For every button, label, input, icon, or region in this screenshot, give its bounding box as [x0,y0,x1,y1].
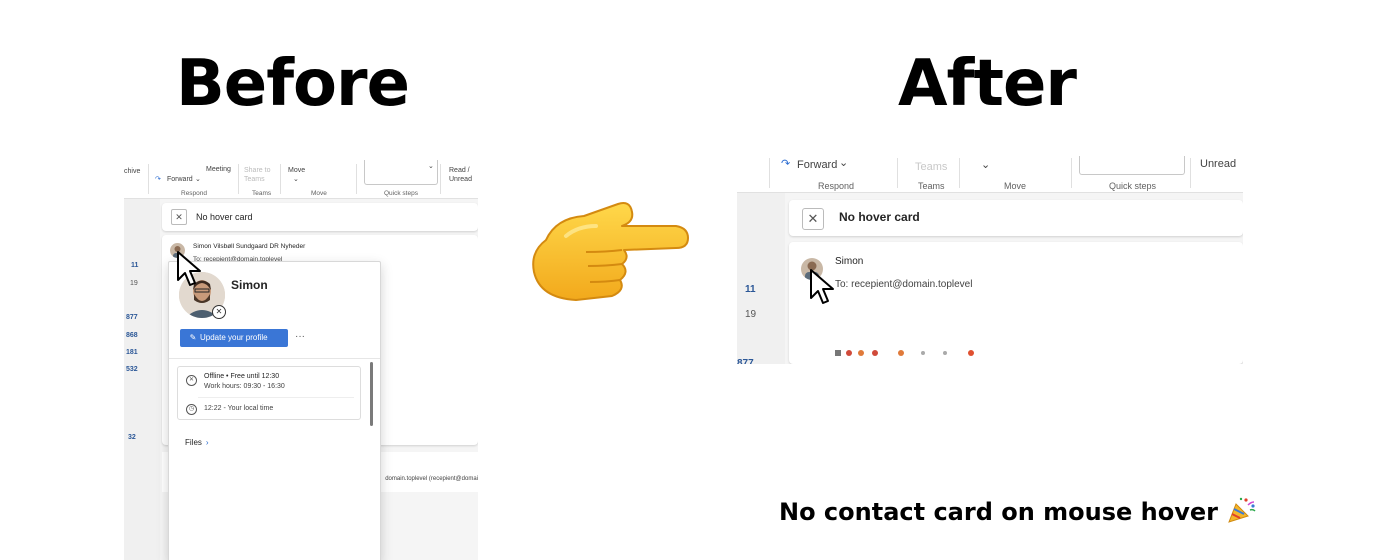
recipient-address: domain.toplevel (recepient@domai [385,476,478,482]
list-item-count[interactable]: 868 [126,332,138,339]
chevron-down-icon[interactable]: ⌄ [981,158,990,171]
caption: No contact card on mouse hover [779,496,1256,526]
share-to-teams-button[interactable]: Share to Teams [244,166,274,184]
ribbon: chive ↷ Forward ⌄ Meeting Share to Teams… [124,160,478,199]
move-button[interactable]: Move [288,167,305,174]
quick-steps-box[interactable] [364,160,438,185]
chevron-down-icon[interactable]: ⌄ [839,156,848,169]
availability-card: ✕ Offline • Free until 12:30 Work hours:… [177,366,361,420]
list-item-count[interactable]: 181 [126,349,138,356]
no-hover-card-label: No hover card [839,210,920,224]
chevron-down-icon[interactable]: ⌄ [195,175,201,183]
chevron-down-icon[interactable]: ⌄ [293,175,299,183]
forward-button[interactable]: Forward [797,159,837,171]
contact-hover-card: ✕ Simon ✎ Update your profile ··· ✕ Offli… [168,261,381,560]
no-hover-card-bar: ✕ No hover card [789,200,1243,236]
before-screenshot: chive ↷ Forward ⌄ Meeting Share to Teams… [124,160,478,560]
group-label-quick-steps: Quick steps [1109,181,1157,191]
scrollbar[interactable] [370,362,373,426]
offline-status-icon: ✕ [212,305,226,319]
chevron-down-icon[interactable]: ⌄ [428,162,434,170]
group-label-teams: Teams [918,181,945,191]
clock-icon: ◷ [186,404,197,415]
before-heading: Before [176,47,410,121]
message-list-column: 11 19 877 [737,193,785,364]
list-item-count[interactable]: 532 [126,366,138,373]
mouse-cursor-icon [810,269,834,304]
meeting-button[interactable]: Meeting [206,166,231,173]
group-label-quick-steps: Quick steps [384,190,418,197]
pencil-icon: ✎ [189,333,197,342]
no-hover-card-label: No hover card [196,212,253,222]
list-item-count[interactable]: 877 [126,314,138,321]
read-unread-button[interactable]: Read / Unread [449,166,475,184]
sender-name[interactable]: Simon [835,256,863,267]
more-options-button[interactable]: ··· [295,331,305,342]
forward-icon: ↷ [155,176,161,183]
list-item-count[interactable]: 877 [737,358,754,364]
availability-status: Offline • Free until 12:30 [204,373,280,380]
toolbar-icons-partial [835,350,974,356]
caption-text: No contact card on mouse hover [779,498,1219,526]
files-link[interactable]: Files › [185,438,209,447]
reading-pane: Simon To: recepient@domain.toplevel [789,242,1243,364]
close-icon[interactable]: ✕ [802,208,824,230]
list-item-count[interactable]: 11 [745,284,756,295]
list-item-count[interactable]: 32 [128,434,136,441]
divider [169,358,380,359]
pointing-right-hand-icon [532,202,689,301]
archive-button[interactable]: chive [124,168,140,175]
group-label-respond: Respond [818,181,855,191]
group-label-teams: Teams [252,190,272,197]
work-hours: Work hours: 09:30 - 16:30 [204,383,285,390]
quick-steps-box[interactable] [1079,156,1185,175]
close-icon[interactable]: ✕ [171,209,187,225]
files-label: Files [185,438,202,447]
group-label-respond: Respond [181,190,208,197]
mouse-cursor-icon [177,251,201,286]
teams-button[interactable]: Teams [915,161,947,173]
to-line: To: recepient@domain.toplevel [835,279,973,290]
group-label-move: Move [311,190,327,197]
contact-name: Simon [231,278,268,292]
list-item-count[interactable]: 11 [131,262,138,269]
update-profile-label: Update your profile [200,333,268,342]
chevron-right-icon: › [205,438,209,447]
local-time: 12:22 - Your local time [204,405,274,412]
update-profile-button[interactable]: ✎ Update your profile [180,329,288,347]
party-popper-icon [1228,497,1256,523]
unread-button[interactable]: Unread [1200,158,1236,170]
forward-icon: ↷ [781,158,791,170]
message-list-column: 11 19 877 868 181 532 32 [124,199,160,560]
divider [198,397,354,398]
offline-status-icon: ✕ [186,375,197,386]
after-screenshot: ↷ Forward ⌄ Teams ⌄ Unread Respond Teams… [737,156,1243,364]
list-item-count[interactable]: 19 [130,280,138,287]
ribbon: ↷ Forward ⌄ Teams ⌄ Unread Respond Teams… [737,156,1243,193]
list-item-count[interactable]: 19 [745,309,756,320]
after-heading: After [898,47,1077,121]
sender-name[interactable]: Simon Vilsbøll Sundgaard DR Nyheder [193,243,305,250]
forward-button[interactable]: Forward [167,176,193,183]
no-hover-card-bar: ✕ No hover card [162,203,478,231]
group-label-move: Move [1004,181,1027,191]
